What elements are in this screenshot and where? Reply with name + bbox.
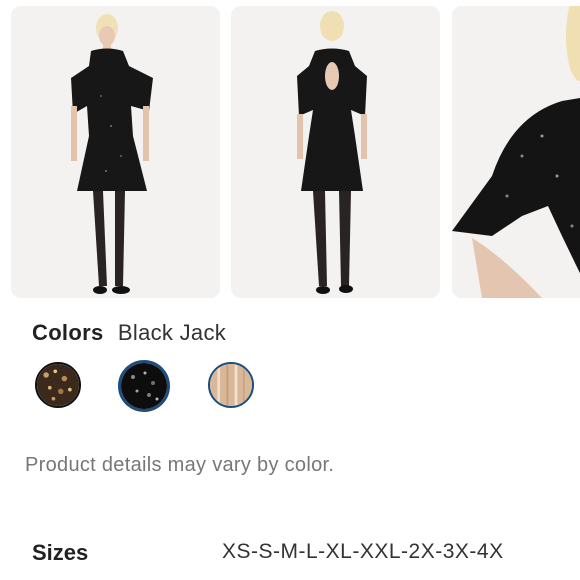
gold-sequin-swatch[interactable] [35,362,81,408]
dress-front-photo[interactable] [11,6,220,298]
black-sequin-swatch[interactable] [118,360,170,412]
selected-color-name: Black Jack [117,320,227,345]
sizes-label: Sizes [32,540,89,565]
colors-row: Colors Black Jack [32,320,226,346]
sizes-range: XS-S-M-L-XL-XXL-2X-3X-4X [222,540,504,563]
dress-sleeve-closeup-photo[interactable] [452,6,580,298]
product-image-gallery [0,0,580,300]
dress-back-photo[interactable] [231,6,440,298]
champagne-sequin-swatch[interactable] [208,362,254,408]
colors-label: Colors [32,320,104,345]
color-disclaimer: Product details may vary by color. [25,454,335,476]
